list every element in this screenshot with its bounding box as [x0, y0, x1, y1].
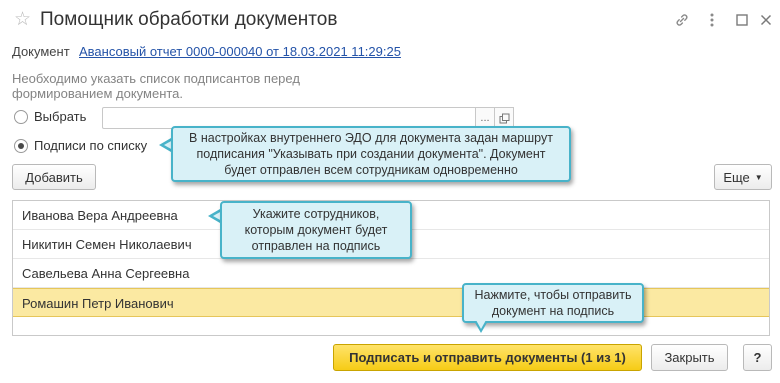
- employees-callout-text: Укажите сотрудников, которым документ бу…: [244, 207, 388, 253]
- employees-callout: Укажите сотрудников, которым документ бу…: [220, 201, 412, 259]
- maximize-icon[interactable]: [732, 10, 752, 30]
- more-button-label: Еще: [723, 169, 750, 185]
- add-button[interactable]: Добавить: [12, 164, 96, 190]
- link-icon[interactable]: [672, 10, 692, 30]
- close-button[interactable]: Закрыть: [651, 344, 728, 371]
- close-button-label: Закрыть: [664, 350, 715, 365]
- document-label: Документ: [12, 44, 70, 59]
- close-icon[interactable]: [756, 10, 776, 30]
- sign-and-send-button[interactable]: Подписать и отправить документы (1 из 1): [333, 344, 642, 371]
- callout-pointer-fill: [476, 320, 486, 329]
- route-callout-text: В настройках внутреннего ЭДО для докумен…: [189, 131, 553, 177]
- signer-row[interactable]: Савельева Анна Сергеевна: [13, 259, 769, 288]
- signer-name: Никитин Семен Николаевич: [22, 237, 192, 252]
- choose-radio[interactable]: [14, 110, 28, 124]
- signer-row-selected[interactable]: Ромашин Петр Иванович: [13, 288, 769, 317]
- more-button[interactable]: Еще ▼: [714, 164, 772, 190]
- document-link[interactable]: Авансовый отчет 0000-000040 от 18.03.202…: [79, 44, 401, 60]
- signer-name: Савельева Анна Сергеевна: [22, 266, 190, 281]
- add-button-label: Добавить: [25, 169, 83, 185]
- signers-hint: Необходимо указать список подписантов пе…: [12, 71, 300, 101]
- sign-and-send-button-label: Подписать и отправить документы (1 из 1): [349, 350, 626, 365]
- favorite-star-icon[interactable]: ☆: [14, 9, 31, 31]
- help-button[interactable]: ?: [743, 344, 772, 371]
- by-list-radio[interactable]: [14, 139, 28, 153]
- send-callout-text: Нажмите, чтобы отправить документ на под…: [474, 288, 632, 318]
- route-callout: В настройках внутреннего ЭДО для докумен…: [171, 126, 571, 182]
- window-title: Помощник обработки документов: [40, 9, 338, 30]
- help-button-label: ?: [753, 350, 762, 365]
- choose-radio-label[interactable]: Выбрать: [34, 109, 86, 125]
- signer-name: Иванова Вера Андреевна: [22, 208, 178, 223]
- send-callout: Нажмите, чтобы отправить документ на под…: [462, 283, 644, 323]
- signer-name: Ромашин Петр Иванович: [22, 296, 174, 311]
- by-list-radio-label[interactable]: Подписи по списку: [34, 138, 147, 154]
- chevron-down-icon: ▼: [754, 172, 763, 182]
- more-menu-icon[interactable]: [702, 10, 722, 30]
